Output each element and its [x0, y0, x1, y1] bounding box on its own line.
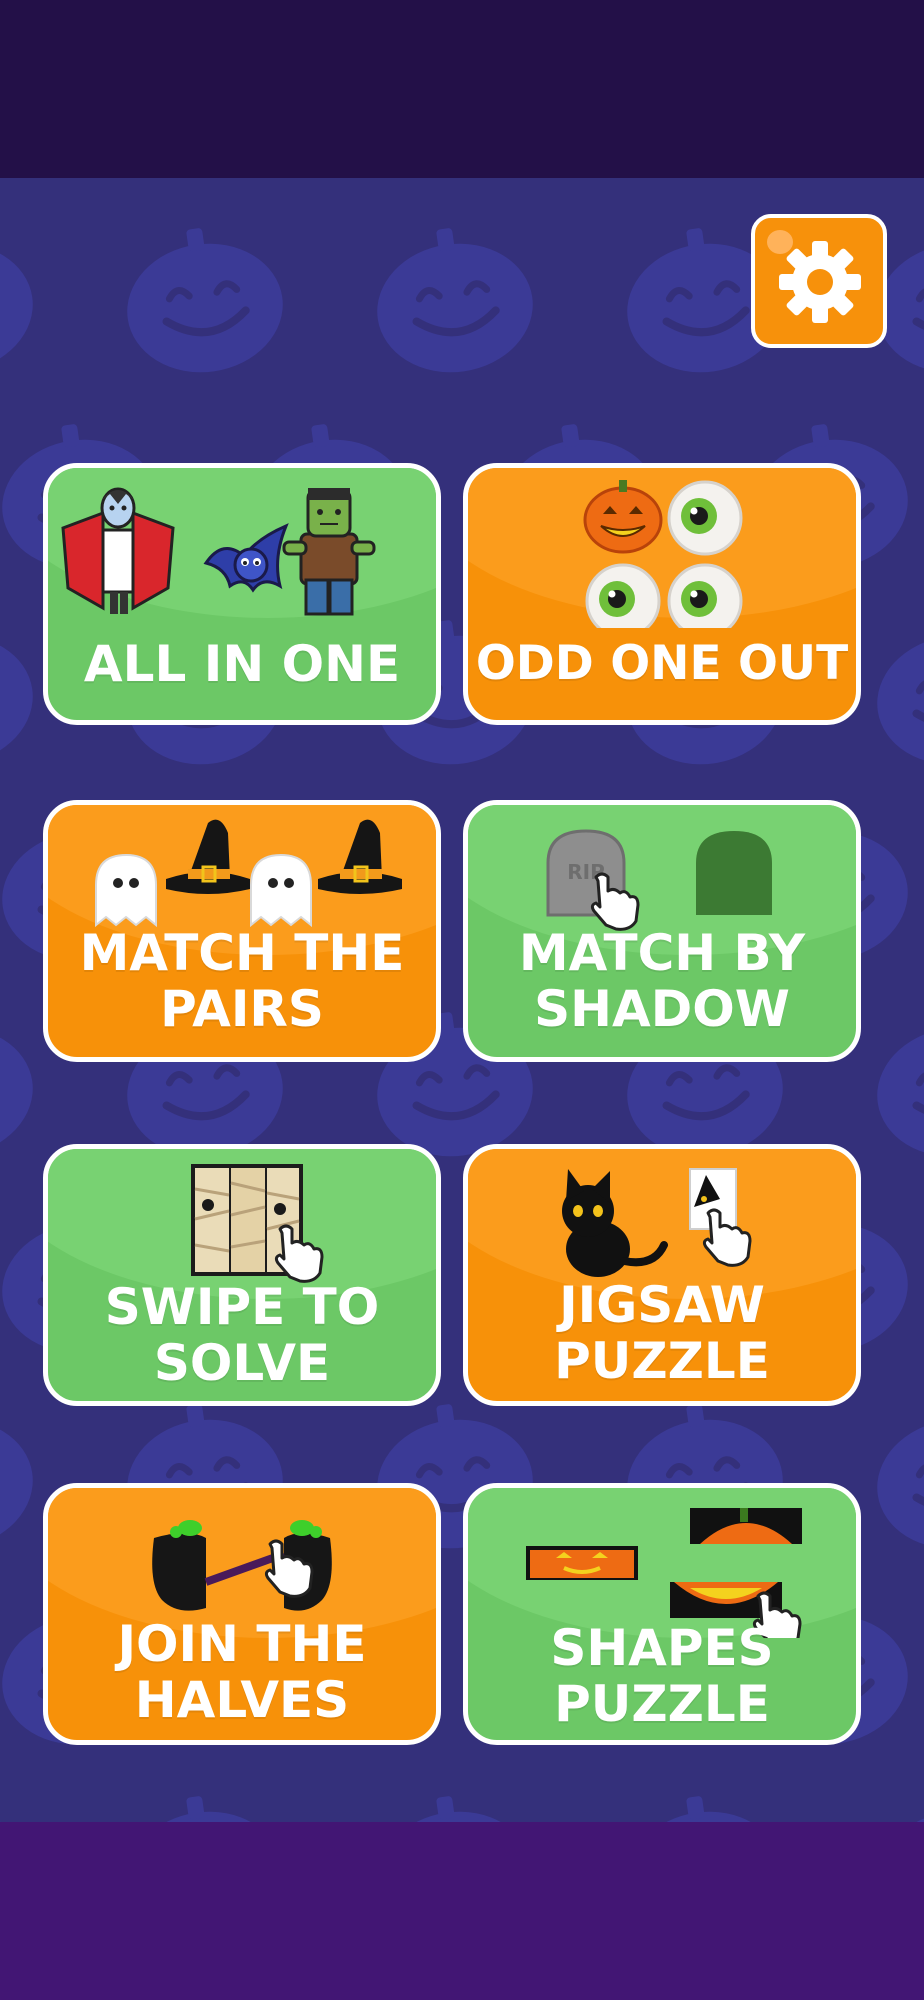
top-bar: [0, 0, 924, 178]
card-label: MATCH BY SHADOW: [468, 925, 856, 1037]
pumpkin-pattern-icon: [877, 1811, 924, 1822]
eyeball-icon: [585, 563, 661, 628]
card-label: ODD ONE OUT: [468, 636, 856, 692]
gear-icon: [779, 241, 861, 323]
pumpkin-pattern-icon: [127, 1796, 283, 1822]
card-art: [95, 819, 402, 928]
card-label: JOIN THE HALVES: [48, 1616, 436, 1728]
card-label-line-2: SHADOW: [534, 980, 790, 1038]
card-label: SWIPE TO SOLVE: [48, 1279, 436, 1391]
card-label-line-1: SWIPE TO: [104, 1278, 380, 1336]
game-card-shapes-puzzle[interactable]: SHAPES PUZZLE: [463, 1483, 861, 1745]
card-label-line-2: PUZZLE: [554, 1332, 770, 1390]
card-art: [583, 480, 743, 628]
card-art: [61, 487, 376, 616]
tombstone-shadow-icon: [696, 831, 772, 915]
card-label-line-2: SOLVE: [153, 1334, 331, 1392]
game-card-swipe-to-solve[interactable]: SWIPE TO SOLVE: [43, 1144, 441, 1406]
card-label-line-1: JOIN THE: [117, 1615, 367, 1673]
card-label-line-2: HALVES: [134, 1671, 350, 1729]
pumpkin-pattern-icon: [0, 635, 33, 765]
card-label: MATCH THE PAIRS: [48, 925, 436, 1037]
ghost-icon: [95, 853, 157, 928]
card-art: [191, 1164, 324, 1283]
pumpkin-pattern-icon: [877, 1027, 924, 1157]
card-art: RIP: [546, 829, 772, 931]
pumpkin-pattern-icon: [877, 1419, 924, 1549]
pumpkin-pattern-icon: [0, 1027, 33, 1157]
card-label-line-1: ODD ONE OUT: [475, 636, 849, 691]
pumpkin-pattern-icon: [0, 243, 33, 373]
card-label-line-1: ALL IN ONE: [83, 635, 401, 693]
game-card-match-the-pairs[interactable]: MATCH THE PAIRS: [43, 800, 441, 1062]
ghost-icon: [250, 853, 312, 928]
game-card-join-the-halves[interactable]: JOIN THE HALVES: [43, 1483, 441, 1745]
card-art: [526, 1508, 802, 1638]
card-art: [562, 1168, 752, 1277]
card-label-line-1: JIGSAW: [559, 1276, 765, 1334]
game-card-all-in-one[interactable]: ALL IN ONE: [43, 463, 441, 725]
card-art: [152, 1520, 332, 1611]
eyeball-icon: [667, 563, 743, 628]
card-label-line-2: PUZZLE: [554, 1675, 770, 1733]
black-cat-icon: [562, 1169, 668, 1277]
settings-button[interactable]: [751, 214, 887, 348]
game-card-jigsaw-puzzle[interactable]: JIGSAW PUZZLE: [463, 1144, 861, 1406]
pumpkin-pattern-icon: [377, 1796, 533, 1822]
card-label: SHAPES PUZZLE: [468, 1620, 856, 1732]
card-label-line-1: MATCH THE: [79, 924, 405, 982]
witch-hat-icon: [318, 819, 402, 894]
frankenstein-icon: [282, 488, 376, 616]
pumpkin-pattern-icon: [627, 1796, 783, 1822]
game-card-match-by-shadow[interactable]: RIP MATCH BY SHADOW: [463, 800, 861, 1062]
card-label: JIGSAW PUZZLE: [468, 1277, 856, 1389]
vampire-icon: [61, 487, 175, 614]
pumpkin-pattern-icon: [0, 1811, 33, 1822]
pumpkin-pattern-icon: [877, 635, 924, 765]
witch-hat-icon: [166, 819, 250, 894]
pumpkin-pattern-icon: [377, 228, 533, 373]
pumpkin-icon: [583, 480, 663, 554]
pumpkin-pattern-icon: [127, 228, 283, 373]
card-label-line-1: MATCH BY: [518, 924, 806, 982]
pumpkin-pattern-icon: [0, 1419, 33, 1549]
bottom-bar: [0, 1822, 924, 2000]
card-label-line-2: PAIRS: [160, 980, 324, 1038]
card-label-line-1: SHAPES: [550, 1619, 774, 1677]
bat-icon: [203, 523, 289, 593]
eyeball-icon: [667, 480, 743, 556]
card-label: ALL IN ONE: [48, 636, 436, 692]
game-card-odd-one-out[interactable]: ODD ONE OUT: [463, 463, 861, 725]
